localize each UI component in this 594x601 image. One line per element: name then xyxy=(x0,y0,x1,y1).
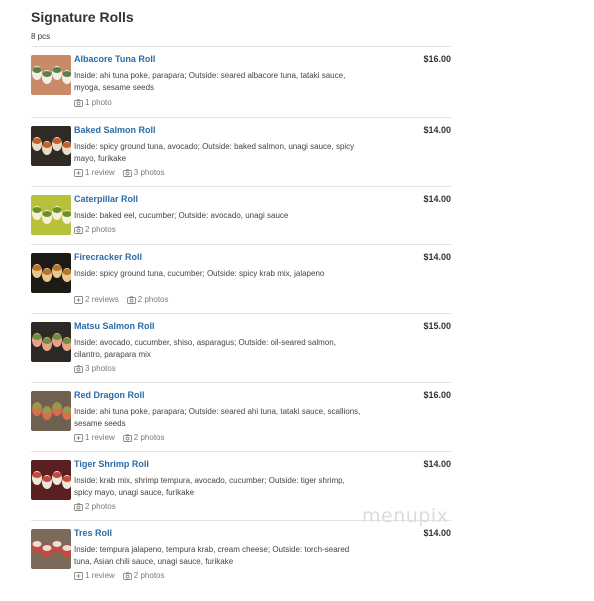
item-meta: 3 photos xyxy=(74,364,116,373)
photos-count: 2 photos xyxy=(133,571,165,580)
item-thumbnail[interactable] xyxy=(31,391,71,431)
photos-link[interactable]: 3 photos xyxy=(122,168,165,177)
menu-item: Firecracker Roll $14.00 Inside: spicy grou… xyxy=(31,244,451,313)
photos-link[interactable]: 2 photos xyxy=(122,433,165,442)
camera-icon xyxy=(74,98,83,107)
item-thumbnail[interactable] xyxy=(31,322,71,362)
photos-link[interactable]: 1 photo xyxy=(74,98,112,107)
item-thumbnail[interactable] xyxy=(31,55,71,95)
photos-count: 3 photos xyxy=(85,364,116,373)
camera-icon xyxy=(74,364,83,373)
item-price: $16.00 xyxy=(423,54,451,64)
item-name-link[interactable]: Tiger Shrimp Roll xyxy=(74,459,149,469)
section-title: Signature Rolls xyxy=(31,9,134,25)
item-description: Inside: spicy ground tuna, avocado; Outs… xyxy=(74,142,355,163)
review-icon xyxy=(74,295,83,304)
photos-link[interactable]: 2 photos xyxy=(74,502,116,511)
item-meta: 2 reviews 2 photos xyxy=(74,295,169,304)
item-meta: 1 photo xyxy=(74,98,112,107)
item-thumbnail[interactable] xyxy=(31,460,71,500)
reviews-count: 1 review xyxy=(85,168,115,177)
camera-icon xyxy=(126,295,136,304)
reviews-link[interactable]: 1 review xyxy=(74,571,115,580)
item-price: $14.00 xyxy=(423,459,451,469)
photos-count: 1 photo xyxy=(85,98,112,107)
item-thumbnail[interactable] xyxy=(31,126,71,166)
watermark: menupix xyxy=(362,505,449,527)
item-thumbnail[interactable] xyxy=(31,529,71,569)
item-price: $14.00 xyxy=(423,125,451,135)
item-meta: 1 review 3 photos xyxy=(74,168,165,177)
item-thumbnail[interactable] xyxy=(31,253,71,293)
item-price: $14.00 xyxy=(423,528,451,538)
item-description: Inside: spicy ground tuna, cucumber; Out… xyxy=(74,269,325,278)
item-meta: 1 review 2 photos xyxy=(74,433,165,442)
section-subtitle: 8 pcs xyxy=(31,32,51,41)
item-name-link[interactable]: Matsu Salmon Roll xyxy=(74,321,155,331)
photos-link[interactable]: 2 photos xyxy=(74,225,116,234)
reviews-link[interactable]: 2 reviews xyxy=(74,295,119,304)
review-icon xyxy=(74,433,83,442)
camera-icon xyxy=(74,502,83,511)
item-description: Inside: avocado, cucumber, shiso, aspara… xyxy=(74,338,336,359)
photos-link[interactable]: 3 photos xyxy=(74,364,116,373)
reviews-count: 1 review xyxy=(85,433,115,442)
menu-item: Baked Salmon Roll $14.00 Inside: spicy gro… xyxy=(31,117,451,186)
item-meta: 1 review 2 photos xyxy=(74,571,165,580)
item-name-link[interactable]: Firecracker Roll xyxy=(74,252,142,262)
item-name-link[interactable]: Baked Salmon Roll xyxy=(74,125,156,135)
item-description: Inside: ahi tuna poke, parapara; Outside… xyxy=(74,407,361,428)
reviews-link[interactable]: 1 review xyxy=(74,433,115,442)
item-description: Inside: baked eel, cucumber; Outside: av… xyxy=(74,211,289,220)
camera-icon xyxy=(74,225,83,234)
photos-link[interactable]: 2 photos xyxy=(126,295,169,304)
camera-icon xyxy=(122,168,132,177)
item-name-link[interactable]: Red Dragon Roll xyxy=(74,390,145,400)
camera-icon xyxy=(122,433,132,442)
item-description: Inside: ahi tuna poke, parapara; Outside… xyxy=(74,71,346,92)
menu-item: Red Dragon Roll $16.00 Inside: ahi tuna po… xyxy=(31,382,451,451)
item-thumbnail[interactable] xyxy=(31,195,71,235)
review-icon xyxy=(74,168,83,177)
item-meta: 2 photos xyxy=(74,502,116,511)
photos-link[interactable]: 2 photos xyxy=(122,571,165,580)
item-price: $15.00 xyxy=(423,321,451,331)
review-icon xyxy=(74,571,83,580)
item-meta: 2 photos xyxy=(74,225,116,234)
item-name-link[interactable]: Caterpillar Roll xyxy=(74,194,138,204)
camera-icon xyxy=(122,571,132,580)
item-name-link[interactable]: Tres Roll xyxy=(74,528,112,538)
photos-count: 2 photos xyxy=(85,502,116,511)
item-description: Inside: krab mix, shrimp tempura, avocad… xyxy=(74,476,345,497)
photos-count: 3 photos xyxy=(133,168,165,177)
photos-count: 2 photos xyxy=(85,225,116,234)
photos-count: 2 photos xyxy=(137,295,169,304)
menu-item: Albacore Tuna Roll $16.00 Inside: ahi tuna… xyxy=(31,46,451,117)
item-description: Inside: tempura jalapeno, tempura krab, … xyxy=(74,545,350,566)
reviews-count: 1 review xyxy=(85,571,115,580)
reviews-count: 2 reviews xyxy=(85,295,119,304)
menu-item: Tres Roll $14.00 Inside: tempura jalapeno,… xyxy=(31,520,451,590)
item-name-link[interactable]: Albacore Tuna Roll xyxy=(74,54,155,64)
item-price: $16.00 xyxy=(423,390,451,400)
item-price: $14.00 xyxy=(423,252,451,262)
menu-item: Matsu Salmon Roll $15.00 Inside: avocado, … xyxy=(31,313,451,382)
item-price: $14.00 xyxy=(423,194,451,204)
menu-item: Caterpillar Roll $14.00 Inside: baked eel,… xyxy=(31,186,451,244)
reviews-link[interactable]: 1 review xyxy=(74,168,115,177)
photos-count: 2 photos xyxy=(133,433,165,442)
